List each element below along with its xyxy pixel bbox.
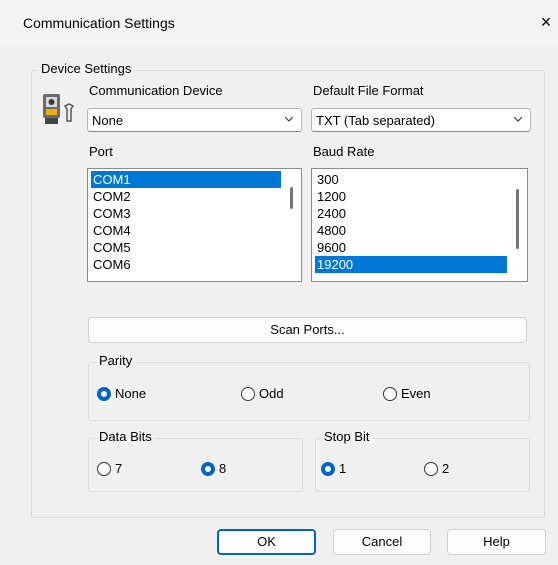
help-button[interactable]: Help <box>447 529 546 555</box>
parity-label: Parity <box>96 353 136 368</box>
port-listbox[interactable]: COM1 COM2 COM3 COM4 COM5 COM6 <box>87 168 302 282</box>
scan-ports-button[interactable]: Scan Ports... <box>88 317 527 343</box>
list-item[interactable]: COM4 <box>91 222 281 239</box>
scan-ports-label: Scan Ports... <box>270 322 345 337</box>
list-item[interactable]: COM1 <box>91 171 281 188</box>
list-item[interactable]: 300 <box>315 171 507 188</box>
surveying-instrument-icon <box>43 94 75 124</box>
window-title: Communication Settings <box>23 15 175 31</box>
list-item[interactable]: COM5 <box>91 239 281 256</box>
parity-group <box>88 362 530 421</box>
stop-bit-2-label: 2 <box>442 461 450 476</box>
ok-label: OK <box>257 534 276 549</box>
file-format-value: TXT (Tab separated) <box>316 113 435 128</box>
list-item[interactable]: 2400 <box>315 205 507 222</box>
stop-bit-1-radio[interactable] <box>321 462 335 476</box>
data-bits-8-label: 8 <box>219 461 227 476</box>
list-item[interactable]: 1200 <box>315 188 507 205</box>
parity-even-label: Even <box>401 386 431 401</box>
list-item[interactable]: 9600 <box>315 239 507 256</box>
scrollbar-thumb[interactable] <box>290 187 293 209</box>
list-item[interactable]: COM3 <box>91 205 281 222</box>
file-format-combo[interactable]: TXT (Tab separated) <box>311 108 531 132</box>
stop-bit-label: Stop Bit <box>321 429 373 444</box>
parity-none-label: None <box>115 386 147 401</box>
port-label: Port <box>89 144 113 159</box>
chevron-down-icon <box>514 116 522 122</box>
parity-odd-label: Odd <box>259 386 284 401</box>
list-item[interactable]: COM2 <box>91 188 281 205</box>
cancel-button[interactable]: Cancel <box>333 529 431 555</box>
scrollbar-thumb[interactable] <box>516 189 519 249</box>
device-settings-label: Device Settings <box>38 61 135 76</box>
ok-button[interactable]: OK <box>217 529 316 555</box>
baud-rate-label: Baud Rate <box>313 144 375 159</box>
data-bits-7-label: 7 <box>115 461 123 476</box>
data-bits-8-radio[interactable] <box>201 462 215 476</box>
stop-bit-2-radio[interactable] <box>424 462 438 476</box>
data-bits-7-radio[interactable] <box>97 462 111 476</box>
parity-odd-radio[interactable] <box>241 387 255 401</box>
list-item[interactable]: COM6 <box>91 256 281 273</box>
comm-device-combo[interactable]: None <box>87 108 302 132</box>
parity-none-radio[interactable] <box>97 387 111 401</box>
close-icon[interactable]: × <box>535 11 557 33</box>
comm-device-value: None <box>92 113 124 128</box>
file-format-label: Default File Format <box>313 83 424 98</box>
list-item[interactable]: 4800 <box>315 222 507 239</box>
stop-bit-1-label: 1 <box>339 461 347 476</box>
cancel-label: Cancel <box>361 534 403 549</box>
stop-bit-group <box>315 438 530 492</box>
data-bits-label: Data Bits <box>96 429 155 444</box>
comm-device-label: Communication Device <box>89 83 223 98</box>
dialog-body: Device Settings Communication Device Non… <box>0 46 558 565</box>
parity-even-radio[interactable] <box>383 387 397 401</box>
help-label: Help <box>483 534 510 549</box>
chevron-down-icon <box>285 116 293 122</box>
list-item[interactable]: 19200 <box>315 256 507 273</box>
title-bar: Communication Settings × <box>0 0 558 46</box>
baud-rate-listbox[interactable]: 300 1200 2400 4800 9600 19200 <box>311 168 528 282</box>
